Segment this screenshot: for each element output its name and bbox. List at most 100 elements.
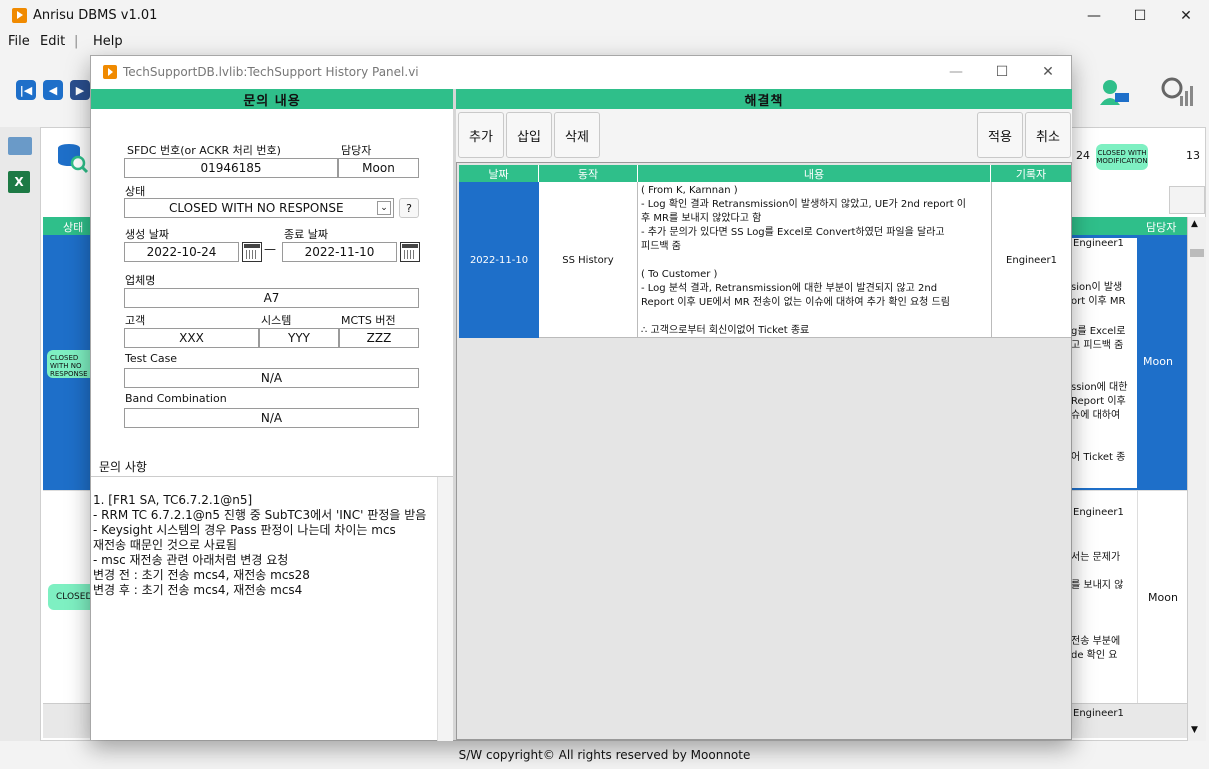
- history-row-content: ( From K, Karnnan ) - Log 확인 결과 Retransm…: [641, 185, 966, 336]
- created-date-field[interactable]: 2022-10-24: [124, 242, 239, 262]
- add-button[interactable]: 추가: [458, 112, 504, 158]
- bg-col-status: 상태: [63, 221, 84, 234]
- maximize-button[interactable]: ☐: [1117, 0, 1163, 32]
- history-table: 날짜 동작 내용 기록자 2022-11-10 SS History ( Fro…: [456, 162, 1072, 740]
- nav-next-button[interactable]: ▶: [70, 80, 90, 100]
- divider: [1137, 491, 1138, 704]
- bg-row-1-content-cell: Engineer1 sion이 발생 ort 이후 MR g를 Excel로 고…: [1071, 238, 1137, 488]
- status-help-button[interactable]: ?: [399, 198, 419, 218]
- count-left: 24: [1076, 149, 1090, 162]
- apply-button[interactable]: 적용: [977, 112, 1023, 158]
- delete-button[interactable]: 삭제: [554, 112, 600, 158]
- inquiry-label: 문의 사항: [99, 460, 147, 474]
- sfdc-label: SFDC 번호(or ACKR 처리 번호): [127, 144, 281, 157]
- bg-row-1-text: sion이 발생: [1071, 282, 1123, 293]
- system-label: 시스템: [261, 314, 292, 327]
- insert-button[interactable]: 삽입: [506, 112, 552, 158]
- created-date-label: 생성 날짜: [125, 228, 169, 241]
- bg-row-1-text: Report 이후: [1071, 396, 1126, 407]
- bg-row-1-owner: Moon: [1143, 355, 1173, 368]
- history-row-recorder: Engineer1: [991, 182, 1071, 338]
- menu-separator: |: [74, 34, 79, 49]
- history-row[interactable]: 2022-11-10 SS History ( From K, Karnnan …: [459, 182, 1071, 338]
- app-logo-icon: [12, 8, 27, 23]
- history-row-date: 2022-11-10: [459, 182, 539, 338]
- date-separator: —: [264, 242, 276, 256]
- testcase-field[interactable]: N/A: [124, 368, 419, 388]
- owner-label: 담당자: [341, 144, 372, 157]
- excel-icon[interactable]: X: [8, 171, 30, 193]
- status-select[interactable]: CLOSED WITH NO RESPONSE ⌄: [124, 198, 394, 218]
- nav-first-button[interactable]: |◀: [16, 80, 36, 100]
- chevron-down-icon[interactable]: ⌄: [377, 201, 391, 215]
- sfdc-field[interactable]: 01946185: [124, 158, 338, 178]
- close-button[interactable]: ✕: [1163, 0, 1209, 32]
- cancel-button[interactable]: 취소: [1025, 112, 1071, 158]
- inquiry-header: 문의 내용: [91, 89, 453, 109]
- mcts-version-field[interactable]: ZZZ: [339, 328, 419, 348]
- owner-field[interactable]: Moon: [338, 158, 419, 178]
- child-logo-icon: [103, 65, 117, 79]
- bg-row-2-engineer: Engineer1: [1073, 507, 1124, 518]
- bg-row-2-owner: Moon: [1148, 591, 1178, 604]
- bg-row-1-text: ort 이후 MR: [1071, 296, 1126, 307]
- folder-icon[interactable]: [8, 137, 32, 155]
- inquiry-text: 1. [FR1 SA, TC6.7.2.1@n5] - RRM TC 6.7.2…: [93, 493, 427, 597]
- company-field[interactable]: A7: [124, 288, 419, 308]
- child-minimize-button[interactable]: —: [933, 56, 979, 88]
- col-date: 날짜: [459, 165, 539, 182]
- scroll-down-icon[interactable]: ▼: [1191, 725, 1198, 735]
- history-panel-window: TechSupportDB.lvlib:TechSupport History …: [90, 55, 1072, 741]
- solution-header: 해결책: [456, 89, 1072, 109]
- menu-edit[interactable]: Edit: [40, 34, 65, 49]
- child-title: TechSupportDB.lvlib:TechSupport History …: [123, 65, 419, 79]
- support-agent-icon[interactable]: [1097, 77, 1131, 107]
- solution-toolbar: 추가 삽입 삭제 적용 취소: [456, 109, 1072, 162]
- closed-date-label: 종료 날짜: [284, 228, 328, 241]
- bg-toolbar-box: [1169, 186, 1205, 214]
- bg-row-1-engineer: Engineer1: [1073, 238, 1124, 249]
- customer-label: 고객: [125, 314, 146, 327]
- bg-scrollbar[interactable]: ▲ ▼: [1187, 217, 1206, 741]
- nav-prev-button[interactable]: ◀: [43, 80, 63, 100]
- bg-col-owner: 담당자: [1146, 221, 1177, 234]
- bg-row-2-text: 를 보내지 않: [1071, 580, 1124, 591]
- status-select-value: CLOSED WITH NO RESPONSE: [169, 201, 344, 215]
- menu-bar: File Edit | Help: [0, 32, 1209, 52]
- menu-file[interactable]: File: [8, 34, 30, 49]
- bg-row-1-text: ssion에 대한: [1071, 382, 1128, 393]
- bg-row-1-text: 어 Ticket 종: [1071, 452, 1126, 463]
- calendar-icon[interactable]: [242, 242, 262, 262]
- status-label: 상태: [125, 185, 146, 198]
- mcts-version-label: MCTS 버전: [341, 314, 396, 327]
- calendar-icon[interactable]: [400, 242, 420, 262]
- inquiry-textarea[interactable]: 1. [FR1 SA, TC6.7.2.1@n5] - RRM TC 6.7.2…: [91, 476, 453, 741]
- col-action: 동작: [539, 165, 638, 182]
- scroll-thumb[interactable]: [1190, 249, 1204, 257]
- customer-field[interactable]: XXX: [124, 328, 259, 348]
- child-maximize-button[interactable]: ☐: [979, 56, 1025, 88]
- col-recorder: 기록자: [991, 165, 1071, 182]
- minimize-button[interactable]: —: [1071, 0, 1117, 32]
- child-titlebar: TechSupportDB.lvlib:TechSupport History …: [91, 56, 1071, 88]
- footer-copyright: S/W copyright© All rights reserved by Mo…: [458, 748, 751, 762]
- bg-row-1-text: 고 피드백 줌: [1071, 340, 1124, 351]
- band-combination-field[interactable]: N/A: [124, 408, 419, 428]
- database-search-icon[interactable]: [55, 140, 89, 174]
- app-title: Anrisu DBMS v1.01: [33, 8, 158, 23]
- inquiry-scrollbar[interactable]: [437, 477, 453, 741]
- system-field[interactable]: YYY: [259, 328, 339, 348]
- band-combination-label: Band Combination: [125, 392, 227, 405]
- status-badge-closed-mod[interactable]: CLOSED WITH MODIFICATION: [1096, 144, 1148, 170]
- closed-date-field[interactable]: 2022-11-10: [282, 242, 397, 262]
- child-close-button[interactable]: ✕: [1025, 56, 1071, 88]
- menu-help[interactable]: Help: [93, 34, 123, 49]
- testcase-label: Test Case: [125, 352, 178, 365]
- bg-row-2-text: 서는 문제가: [1071, 552, 1121, 563]
- scroll-up-icon[interactable]: ▲: [1191, 219, 1198, 229]
- chart-settings-icon[interactable]: [1160, 74, 1194, 108]
- bg-row-3-engineer: Engineer1: [1073, 708, 1124, 719]
- bg-row-1-text: g를 Excel로: [1071, 326, 1126, 337]
- count-right: 13: [1186, 149, 1200, 162]
- company-label: 업체명: [125, 274, 156, 287]
